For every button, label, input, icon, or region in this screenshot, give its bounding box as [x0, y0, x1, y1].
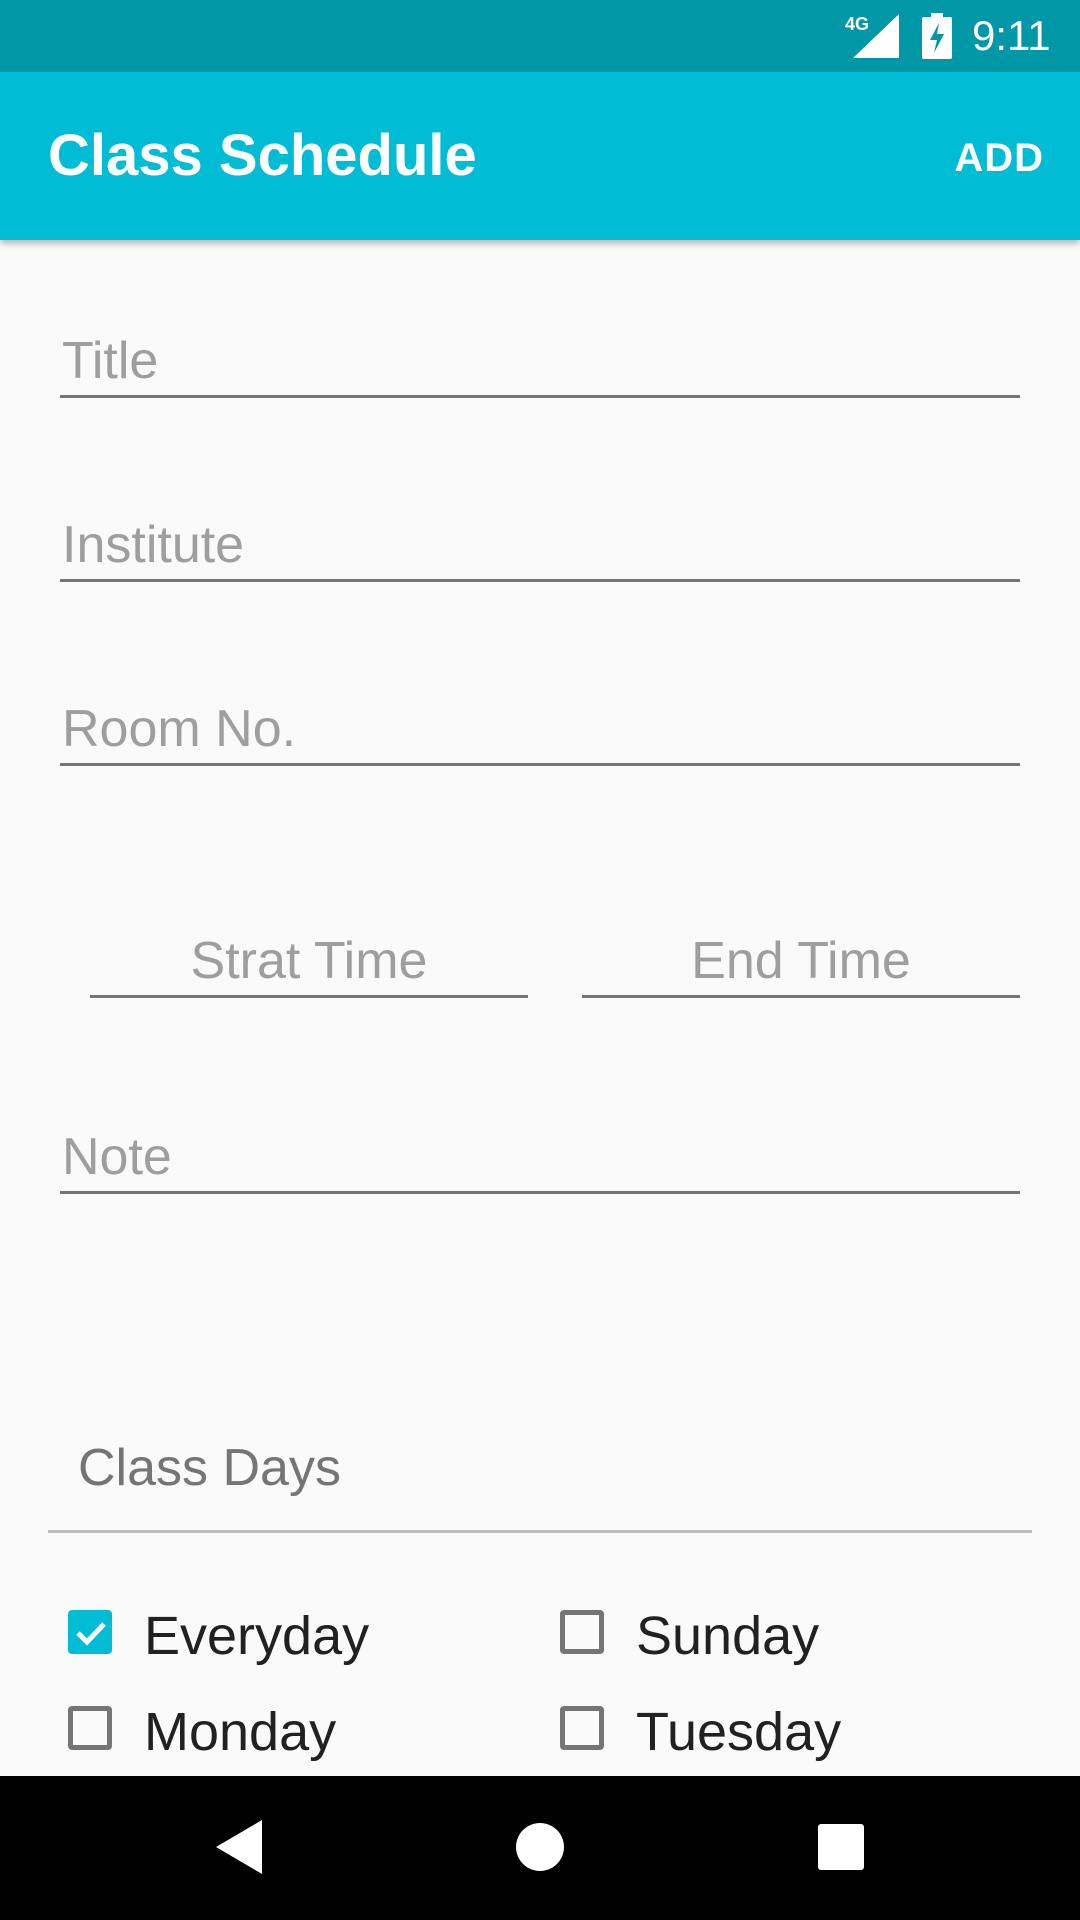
title-input[interactable]	[60, 326, 1020, 398]
checkbox-checked-icon	[68, 1610, 112, 1654]
checkbox-everyday[interactable]: Everyday	[68, 1604, 488, 1668]
signal-icon	[853, 14, 899, 63]
home-icon[interactable]	[515, 1820, 565, 1879]
battery-charging-icon	[922, 13, 952, 64]
start-time-input[interactable]	[90, 926, 528, 998]
app-bar: Class Schedule ADD	[0, 72, 1080, 240]
checkbox-unchecked-icon	[560, 1706, 604, 1750]
checkbox-label: Monday	[144, 1702, 337, 1762]
add-button[interactable]: ADD	[954, 134, 1044, 182]
recents-icon[interactable]	[818, 1824, 864, 1875]
checkbox-label: Sunday	[636, 1606, 820, 1666]
room-number-input[interactable]	[60, 694, 1020, 766]
checkbox-label: Tuesday	[636, 1702, 842, 1762]
navigation-bar	[0, 1776, 1080, 1920]
back-icon[interactable]	[216, 1820, 262, 1879]
checkbox-monday[interactable]: Monday	[68, 1700, 488, 1764]
clock: 9:11	[972, 12, 1051, 59]
divider	[48, 1530, 1032, 1533]
end-time-input[interactable]	[582, 926, 1020, 998]
checkbox-unchecked-icon	[68, 1706, 112, 1750]
checkbox-sunday[interactable]: Sunday	[560, 1604, 980, 1668]
checkbox-label: Everyday	[144, 1606, 370, 1666]
note-input[interactable]	[60, 1122, 1020, 1194]
status-bar: 4G 9:11	[0, 0, 1080, 72]
app-title: Class Schedule	[48, 123, 477, 188]
checkbox-unchecked-icon	[560, 1610, 604, 1654]
checkbox-tuesday[interactable]: Tuesday	[560, 1700, 980, 1764]
class-days-label: Class Days	[78, 1439, 341, 1497]
institute-input[interactable]	[60, 510, 1020, 582]
